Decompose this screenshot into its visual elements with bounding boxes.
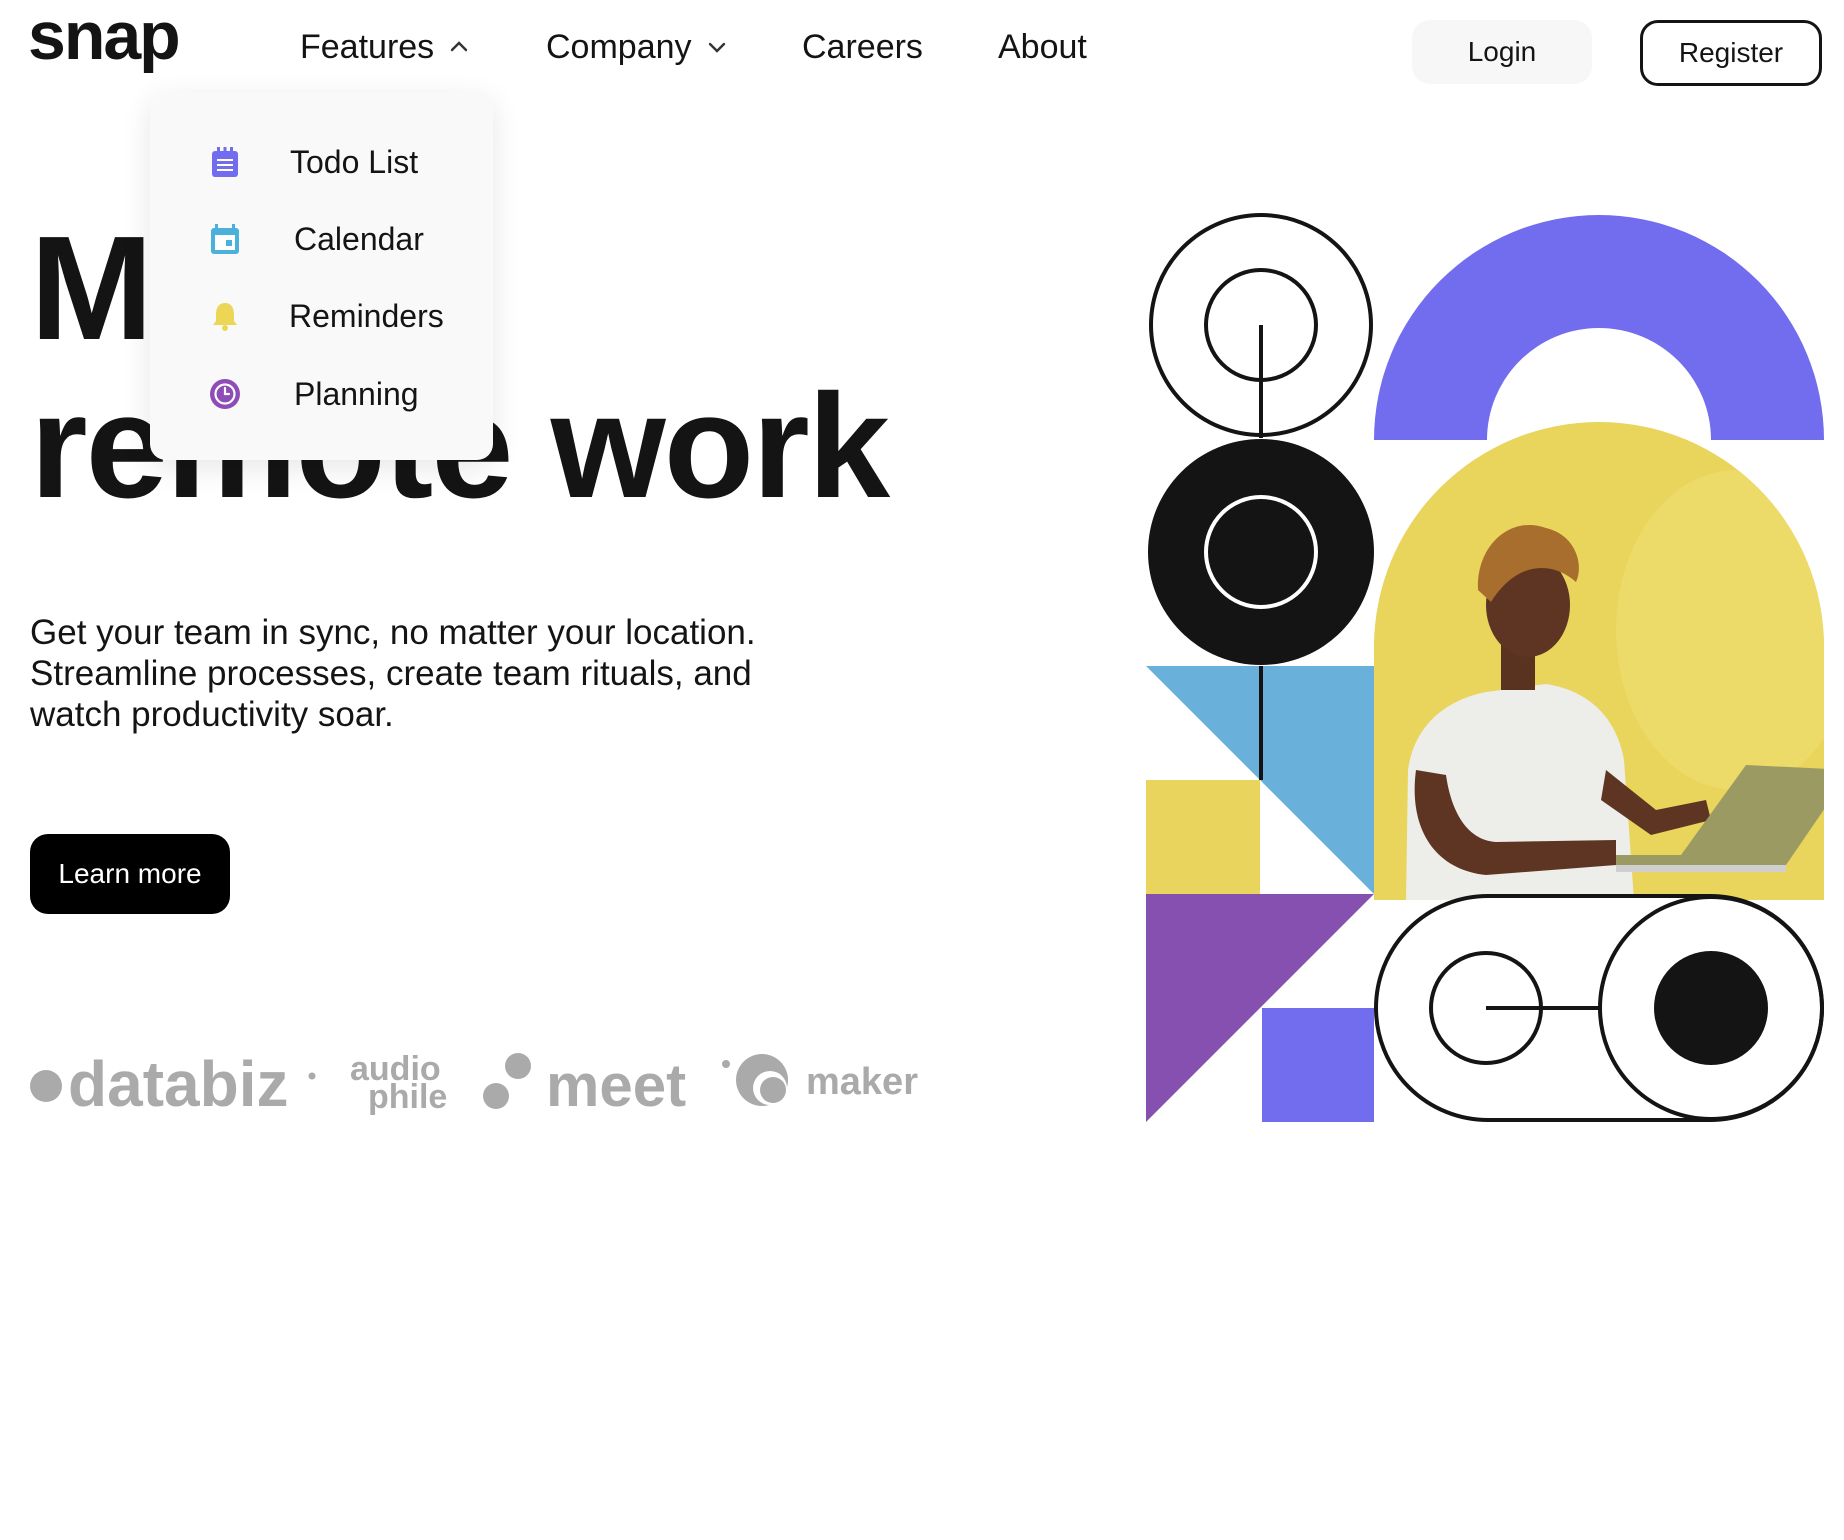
databiz-logo: databiz xyxy=(30,1048,316,1120)
chevron-down-icon xyxy=(708,42,725,53)
nav-careers[interactable]: Careers xyxy=(802,30,923,64)
menu-item-reminders[interactable]: Reminders xyxy=(150,286,493,346)
purple-square-shape xyxy=(1262,1008,1374,1122)
nav-company-label: Company xyxy=(546,28,692,66)
svg-text:meet: meet xyxy=(546,1052,686,1119)
black-circle-shape xyxy=(1148,439,1374,665)
person-photo xyxy=(1374,422,1824,900)
menu-item-calendar[interactable]: Calendar xyxy=(150,209,493,269)
chevron-up-icon xyxy=(450,41,468,52)
calendar-icon xyxy=(211,224,239,254)
nav-features-label: Features xyxy=(300,28,435,66)
features-dropdown: Todo List Calendar Reminders Planning xyxy=(150,92,493,460)
menu-item-label: Todo List xyxy=(290,143,419,180)
bell-icon xyxy=(213,303,237,331)
svg-text:databiz: databiz xyxy=(68,1048,288,1120)
menu-item-label: Reminders xyxy=(289,297,444,334)
menu-item-label: Calendar xyxy=(294,220,424,257)
menu-item-todo-list[interactable]: Todo List xyxy=(150,132,493,192)
learn-more-button[interactable]: Learn more xyxy=(30,834,230,914)
hero-description: Get your team in sync, no matter your lo… xyxy=(30,613,756,734)
logo[interactable]: snap xyxy=(28,2,181,70)
menu-item-label: Planning xyxy=(294,375,419,412)
blue-triangle-shapes xyxy=(1146,666,1374,894)
pill-toggle-shape xyxy=(1374,894,1824,1122)
nav-company[interactable]: Company xyxy=(546,30,728,64)
clock-icon xyxy=(210,379,240,409)
todo-icon xyxy=(212,147,238,177)
maker-logo: maker xyxy=(736,1054,918,1106)
nav-about[interactable]: About xyxy=(998,30,1087,64)
audiophile-logo: audio phile xyxy=(350,1050,447,1116)
nav-careers-label: Careers xyxy=(802,28,923,66)
menu-item-planning[interactable]: Planning xyxy=(150,364,493,424)
ring-circle-shape xyxy=(1149,213,1373,438)
purple-arch-shape xyxy=(1374,215,1824,440)
nav-about-label: About xyxy=(998,28,1087,66)
hero-illustration xyxy=(1146,213,1824,1122)
svg-text:phile: phile xyxy=(368,1078,447,1116)
svg-text:maker: maker xyxy=(806,1061,918,1103)
nav-features[interactable]: Features xyxy=(300,30,470,64)
meet-logo: meet xyxy=(483,1052,730,1119)
login-button[interactable]: Login xyxy=(1412,20,1592,84)
register-button[interactable]: Register xyxy=(1640,20,1822,86)
